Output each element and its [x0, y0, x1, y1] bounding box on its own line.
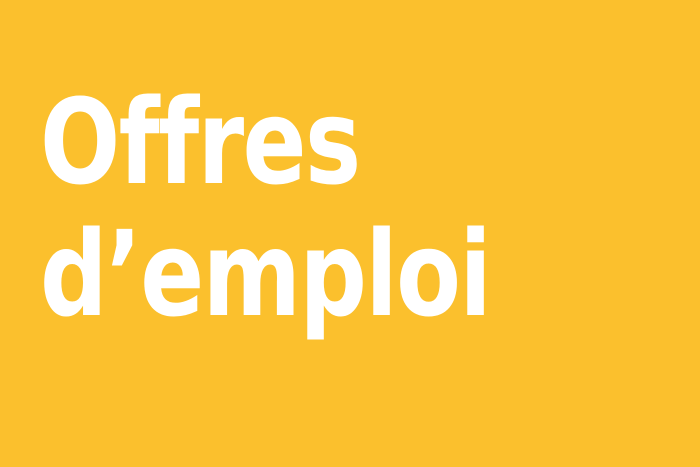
banner-headline: Offres d’emploi	[40, 73, 492, 343]
headline-line-2: d’emploi	[40, 205, 492, 343]
job-offers-banner: Offres d’emploi	[0, 0, 700, 467]
headline-line-1: Offres	[40, 73, 361, 211]
